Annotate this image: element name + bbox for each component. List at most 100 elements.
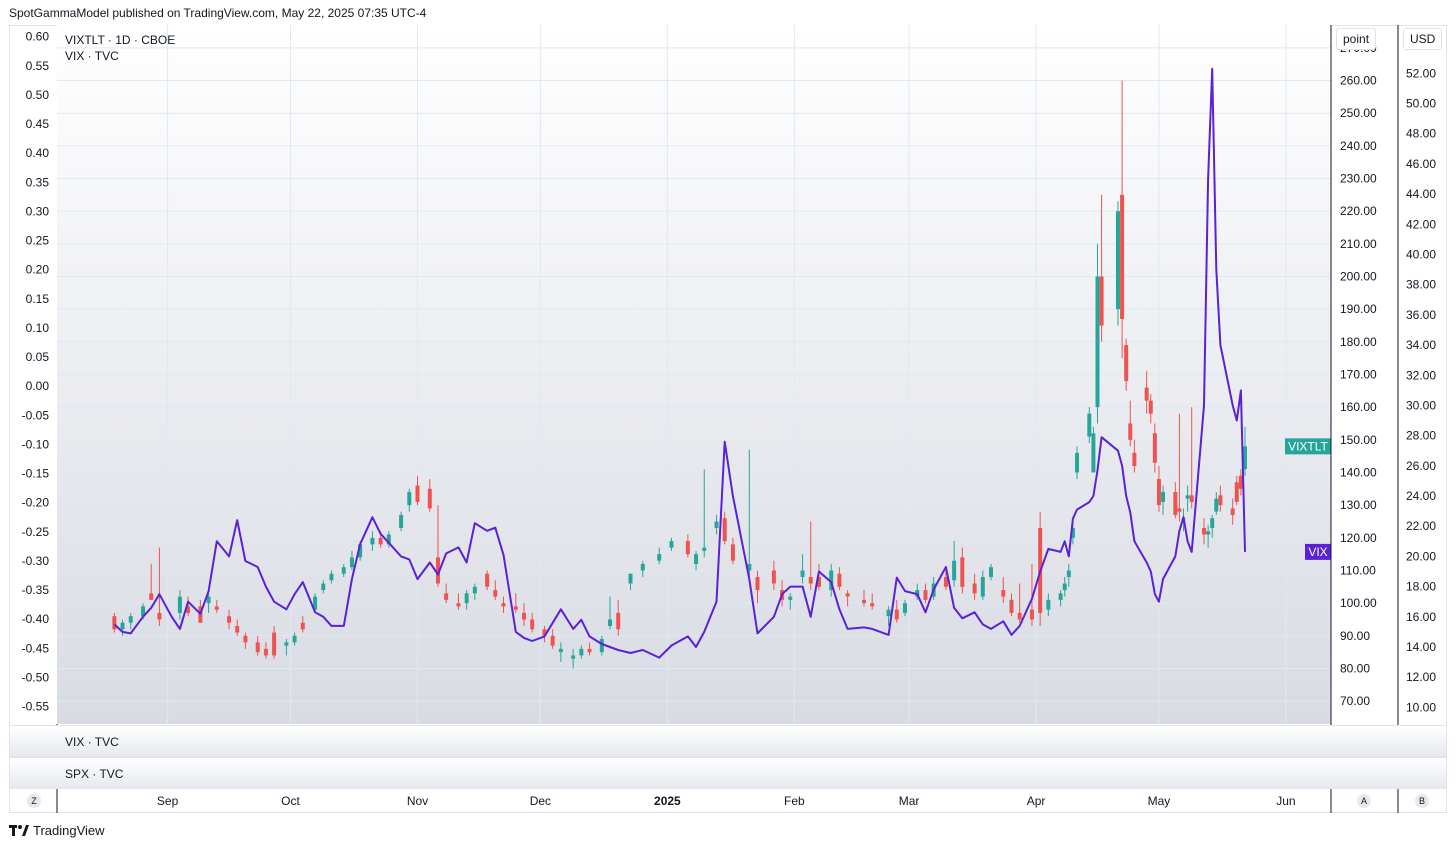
candle-body xyxy=(149,593,154,600)
candle-body xyxy=(694,554,699,564)
candle-body xyxy=(1009,599,1014,613)
candle-body xyxy=(1062,583,1067,591)
vix-last-badge-text: VIX xyxy=(1308,545,1327,559)
vixtlt-candle xyxy=(292,632,297,646)
candle-body xyxy=(415,485,420,502)
point-axis-tick: 70.00 xyxy=(1340,694,1370,708)
candle-body xyxy=(788,596,793,600)
vixtlt-candle xyxy=(407,488,412,512)
candle-body xyxy=(1095,276,1100,408)
vixtlt-candle xyxy=(960,547,965,594)
vixtlt-candle xyxy=(550,629,555,649)
candle-body xyxy=(329,573,334,581)
vixtlt-candle xyxy=(616,599,621,636)
point-axis-label[interactable]: point xyxy=(1336,28,1377,50)
point-axis-tick: 180.00 xyxy=(1340,335,1377,349)
vixtlt-candle xyxy=(1210,514,1215,538)
vixtlt-candle xyxy=(472,583,477,600)
vixtlt-candle xyxy=(112,612,117,633)
candle-body xyxy=(988,567,993,578)
left-axis-tick: -0.30 xyxy=(22,554,50,568)
candle-body xyxy=(456,603,461,607)
candle-body xyxy=(444,593,449,600)
vixtlt-candle xyxy=(788,593,793,610)
vixtlt-candle xyxy=(1120,80,1125,359)
candle-body xyxy=(1087,413,1092,437)
vixtlt-candle xyxy=(1075,446,1080,480)
candle-body xyxy=(886,609,891,617)
usd-axis-tick: 20.00 xyxy=(1406,549,1436,563)
vixtlt-candle xyxy=(1087,407,1092,444)
candle-body xyxy=(349,557,354,568)
usd-axis-tick: 46.00 xyxy=(1406,157,1436,171)
candle-body xyxy=(493,590,498,597)
usd-axis-tick: 50.00 xyxy=(1406,97,1436,111)
vixtlt-candle xyxy=(399,511,404,532)
candle-body xyxy=(702,547,707,551)
point-axis-tick: 190.00 xyxy=(1340,302,1377,316)
vixtlt-candle xyxy=(157,547,162,627)
left-axis-tick: -0.35 xyxy=(22,583,50,597)
candle-body xyxy=(1058,593,1063,600)
point-axis-tick: 240.00 xyxy=(1340,139,1377,153)
time-axis-tick: Oct xyxy=(281,794,300,808)
vixtlt-candle xyxy=(214,599,219,613)
candle-body xyxy=(960,557,965,587)
vixtlt-candle xyxy=(694,550,699,571)
candle-body xyxy=(472,586,477,594)
candle-body xyxy=(378,537,383,545)
point-axis-tick: 230.00 xyxy=(1340,172,1377,186)
usd-axis-tick: 12.00 xyxy=(1406,670,1436,684)
candle-body xyxy=(243,635,248,643)
vixtlt-candle xyxy=(272,626,277,659)
vixtlt-candle xyxy=(608,596,613,630)
left-axis-tick: 0.05 xyxy=(26,350,50,364)
left-axis-tick: -0.10 xyxy=(22,437,50,451)
candle-body xyxy=(513,606,518,610)
point-axis-tick: 250.00 xyxy=(1340,106,1377,120)
candle-body xyxy=(952,560,957,581)
usd-axis-tick: 40.00 xyxy=(1406,247,1436,261)
candle-body xyxy=(800,570,805,578)
candle-body xyxy=(894,609,899,620)
legend-vixtlt[interactable]: VIXTLT · 1D · CBOE xyxy=(65,33,175,47)
auto-scale-button[interactable]: A xyxy=(1357,794,1371,808)
candle-body xyxy=(292,635,297,643)
vixtlt-candle xyxy=(1058,590,1063,607)
candle-body xyxy=(837,573,842,587)
candle-body xyxy=(263,648,268,656)
vixtlt-candle xyxy=(1062,577,1067,597)
vixtlt-candle xyxy=(329,570,334,584)
left-axis-tick: 0.15 xyxy=(26,292,50,306)
vixtlt-candle xyxy=(243,632,248,649)
point-axis-tick: 80.00 xyxy=(1340,661,1370,675)
vixtlt-candle xyxy=(714,514,719,535)
candle-body xyxy=(628,573,633,584)
timezone-button[interactable]: Z xyxy=(27,794,41,808)
legend-vix[interactable]: VIX · TVC xyxy=(65,49,119,63)
spx-pane[interactable]: SPX · TVC xyxy=(10,757,1446,789)
left-axis-tick: -0.50 xyxy=(22,670,50,684)
vix-line[interactable] xyxy=(113,67,1246,659)
candle-body xyxy=(464,593,469,604)
usd-axis-tick: 36.00 xyxy=(1406,308,1436,322)
time-axis: Sep Oct Nov Dec 2025 Feb Mar Apr May Jun xyxy=(157,794,1296,808)
vixtlt-candle xyxy=(952,541,957,587)
left-axis-tick: 0.45 xyxy=(26,117,50,131)
vix-pane[interactable]: VIX · TVC xyxy=(10,725,1446,757)
candle-body xyxy=(1124,345,1129,382)
candle-body xyxy=(870,603,875,607)
left-axis-tick: 0.10 xyxy=(26,321,50,335)
candle-body xyxy=(427,488,432,509)
candle-body xyxy=(558,648,563,653)
candle-body xyxy=(1210,518,1215,529)
usd-axis-label[interactable]: USD xyxy=(1403,28,1443,50)
vixtlt-candle xyxy=(862,590,867,607)
vixtlt-candle xyxy=(755,570,760,604)
vixtlt-candle xyxy=(349,550,354,571)
vixtlt-candle xyxy=(1218,485,1223,512)
b-scale-button[interactable]: B xyxy=(1415,794,1429,808)
vixtlt-candle xyxy=(669,537,674,551)
tradingview-brand: TradingView xyxy=(9,823,105,838)
left-axis-tick: -0.20 xyxy=(22,496,50,510)
